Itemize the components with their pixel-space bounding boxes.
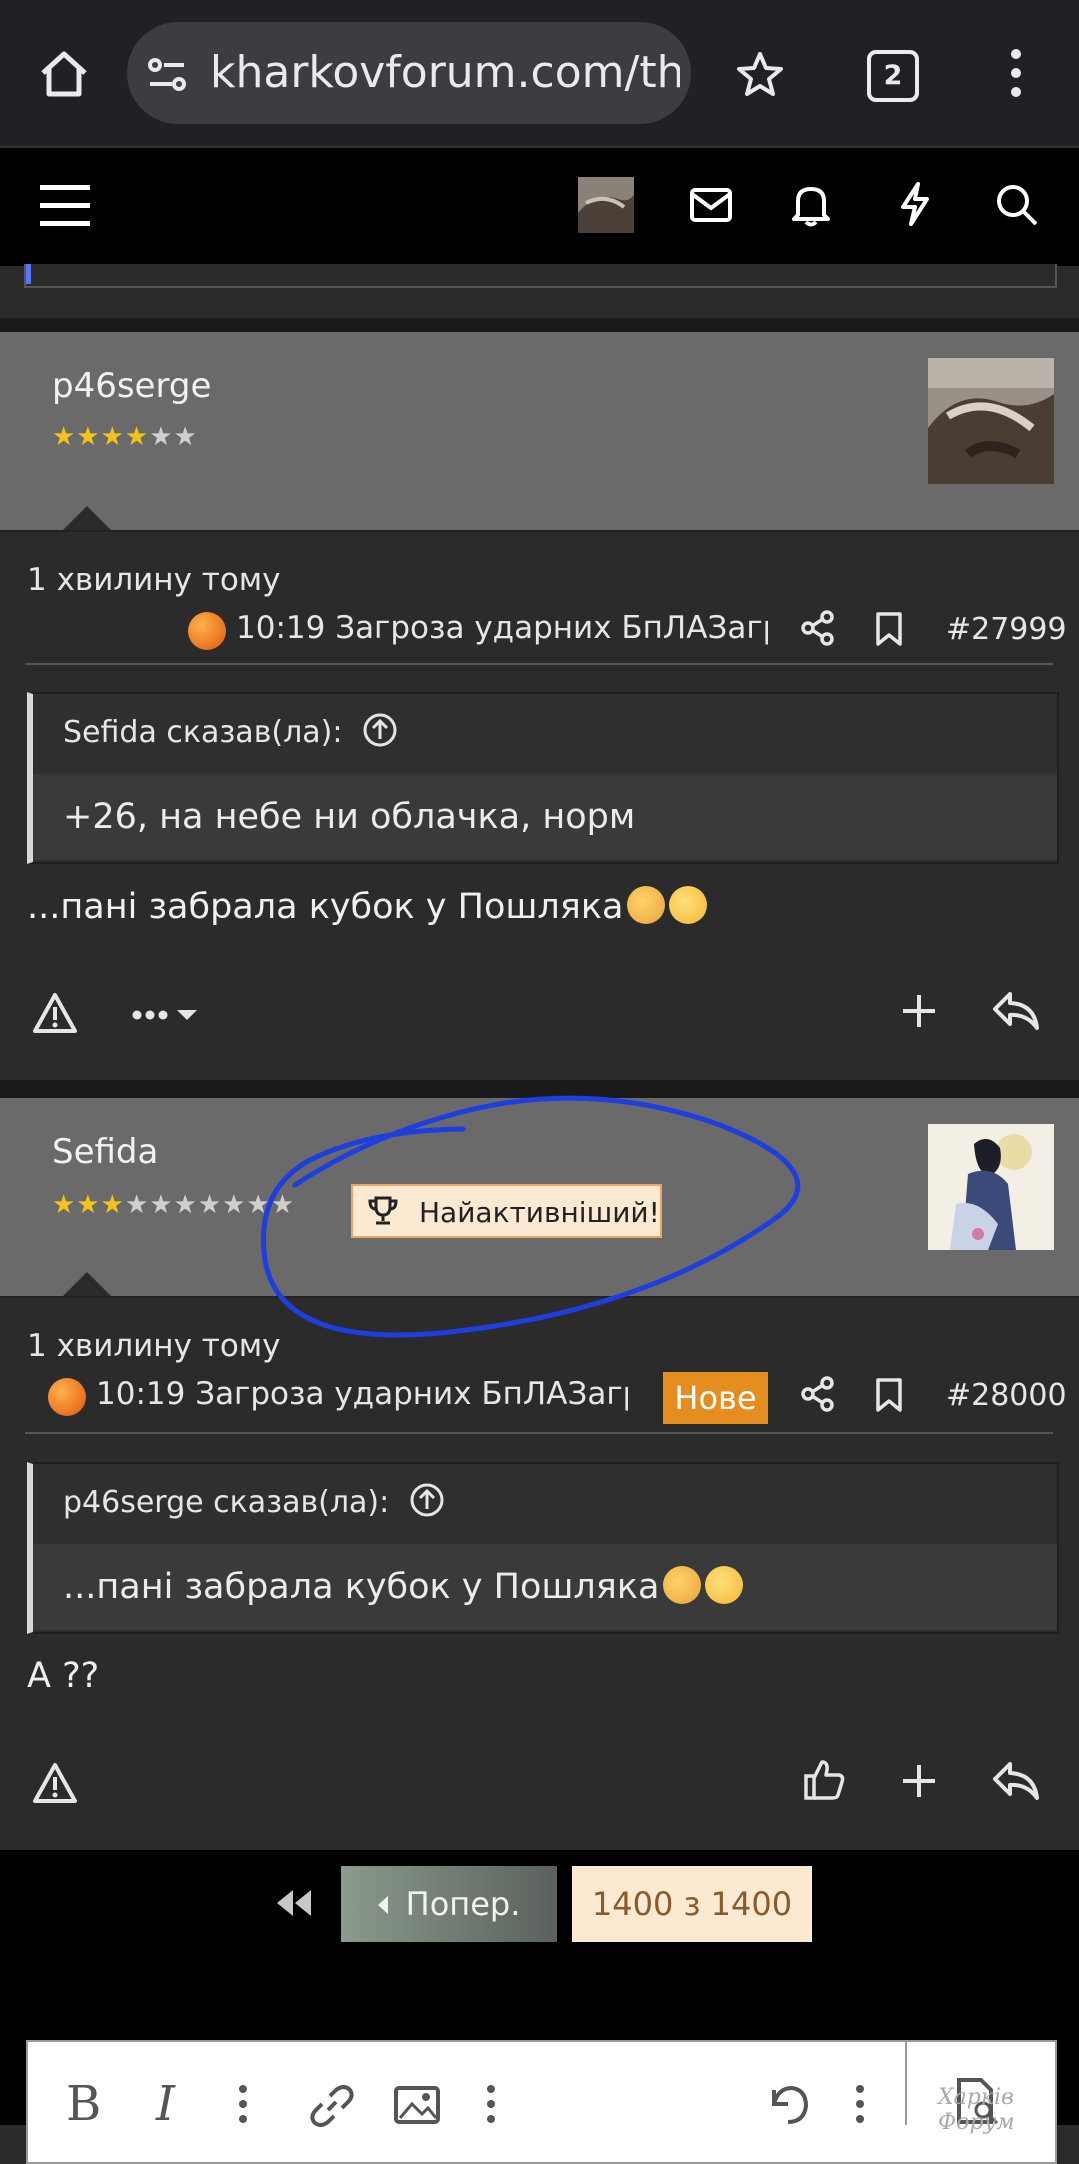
quote-text-content: ...пані забрала кубок у Пошляка bbox=[63, 1567, 660, 1607]
bookmark-star-icon[interactable] bbox=[735, 50, 785, 98]
quote-block: Sefida сказав(ла): +26, на небе ни облач… bbox=[27, 692, 1059, 864]
more-insert-options-icon[interactable] bbox=[486, 2084, 496, 2124]
quote-author[interactable]: Sefida сказав(ла): bbox=[63, 715, 342, 750]
undo-icon[interactable] bbox=[764, 2080, 810, 2126]
post-separator bbox=[0, 318, 1079, 332]
hand-drawn-circle-annotation bbox=[250, 1080, 820, 1362]
facepalm-emoji-icon bbox=[663, 1566, 702, 1604]
post-message-text: ...пані забрала кубок у Пошляка bbox=[27, 887, 624, 927]
stars-filled: ★★★★ bbox=[52, 422, 150, 452]
quote-header[interactable]: p46serge сказав(ла): bbox=[33, 1464, 1057, 1544]
reply-icon[interactable] bbox=[992, 990, 1040, 1034]
meta-divider bbox=[25, 663, 1053, 665]
post-username[interactable]: p46serge bbox=[52, 366, 211, 406]
grin-emoji-icon bbox=[669, 886, 708, 924]
quote-author[interactable]: p46serge сказав(ла): bbox=[63, 1485, 389, 1520]
facepalm-emoji-icon bbox=[627, 886, 666, 924]
post-message: А ?? bbox=[27, 1656, 100, 1696]
more-text-options-icon[interactable] bbox=[238, 2084, 248, 2124]
stars-empty: ★★ bbox=[149, 422, 198, 452]
more-options-dropdown[interactable] bbox=[132, 1004, 200, 1026]
multiquote-plus-icon[interactable] bbox=[901, 1763, 937, 1799]
bookmark-post-icon[interactable] bbox=[875, 611, 903, 647]
new-post-tag: Нове bbox=[663, 1372, 768, 1424]
quote-text: +26, на небе ни облачка, норм bbox=[33, 774, 1057, 860]
quote-header[interactable]: Sefida сказав(ла): bbox=[33, 694, 1057, 774]
url-text[interactable]: kharkovforum.com/th bbox=[210, 44, 680, 102]
browser-menu-icon[interactable] bbox=[1010, 48, 1022, 98]
italic-button[interactable]: I bbox=[156, 2076, 175, 2132]
hamburger-menu-icon[interactable] bbox=[40, 185, 90, 227]
watermark-text: Харків Форум bbox=[938, 2085, 1015, 2135]
grin-emoji-icon bbox=[705, 1566, 744, 1604]
insert-link-icon[interactable] bbox=[308, 2082, 356, 2130]
first-page-icon[interactable] bbox=[274, 1888, 314, 1918]
whats-new-lightning-icon[interactable] bbox=[898, 181, 932, 227]
post-username[interactable]: Sefida bbox=[52, 1132, 158, 1172]
search-icon[interactable] bbox=[995, 183, 1039, 227]
editor-divider bbox=[905, 2040, 907, 2125]
header-divider bbox=[0, 530, 1079, 532]
jump-to-quote-icon[interactable] bbox=[409, 1482, 445, 1518]
post-number-link[interactable]: #28000 bbox=[946, 1378, 1067, 1413]
multiquote-plus-icon[interactable] bbox=[901, 993, 937, 1029]
inbox-icon[interactable] bbox=[690, 188, 732, 222]
reply-icon[interactable] bbox=[992, 1760, 1040, 1804]
previous-page-button[interactable]: Попер. bbox=[341, 1866, 557, 1942]
caret-left-icon bbox=[377, 1896, 388, 1914]
like-thumbs-up-icon[interactable] bbox=[802, 1758, 846, 1802]
post-message: ...пані забрала кубок у Пошляка bbox=[27, 886, 708, 927]
thread-orange-dot-icon bbox=[188, 612, 226, 650]
share-icon[interactable] bbox=[800, 610, 836, 646]
bookmark-post-icon[interactable] bbox=[875, 1377, 903, 1413]
bold-button[interactable]: B bbox=[66, 2076, 101, 2132]
thread-orange-dot-icon bbox=[48, 1378, 86, 1416]
stars-filled: ★★★ bbox=[52, 1190, 125, 1220]
share-icon[interactable] bbox=[800, 1376, 836, 1412]
meta-divider bbox=[25, 1432, 1053, 1434]
post-avatar[interactable] bbox=[928, 358, 1054, 484]
notifications-bell-icon[interactable] bbox=[792, 183, 830, 227]
jump-to-quote-icon[interactable] bbox=[362, 712, 398, 748]
quote-text: ...пані забрала кубок у Пошляка bbox=[33, 1544, 1057, 1630]
previous-post-quote-edge bbox=[26, 264, 31, 284]
post-header-pointer bbox=[61, 506, 113, 532]
previous-page-label: Попер. bbox=[405, 1885, 521, 1923]
previous-post-remnant bbox=[24, 264, 1057, 288]
report-warning-icon[interactable] bbox=[32, 1762, 78, 1804]
insert-image-icon[interactable] bbox=[394, 2086, 440, 2124]
post-number-link[interactable]: #27999 bbox=[946, 612, 1067, 647]
post-header-pointer bbox=[61, 1272, 113, 1298]
current-page-indicator[interactable]: 1400 з 1400 bbox=[572, 1866, 812, 1942]
user-rank-stars: ★★★★★★ bbox=[52, 422, 198, 452]
tab-switcher-button[interactable]: 2 bbox=[867, 50, 919, 102]
thread-title-link[interactable]: 10:19 Загроза ударних БпЛАЗагр bbox=[96, 1376, 628, 1412]
site-settings-icon[interactable] bbox=[146, 55, 190, 95]
more-editor-options-icon[interactable] bbox=[855, 2084, 865, 2124]
thread-title-link[interactable]: 10:19 Загроза ударних БпЛАЗагр bbox=[236, 610, 768, 646]
post-time[interactable]: 1 хвилину тому bbox=[27, 562, 281, 598]
report-warning-icon[interactable] bbox=[32, 992, 78, 1034]
post-avatar[interactable] bbox=[928, 1124, 1054, 1250]
home-icon[interactable] bbox=[38, 48, 90, 100]
post-time[interactable]: 1 хвилину тому bbox=[27, 1328, 281, 1364]
reply-editor[interactable] bbox=[26, 2040, 1057, 2164]
user-avatar-small[interactable] bbox=[578, 177, 634, 233]
quote-block: p46serge сказав(ла): ...пані забрала куб… bbox=[27, 1462, 1059, 1634]
